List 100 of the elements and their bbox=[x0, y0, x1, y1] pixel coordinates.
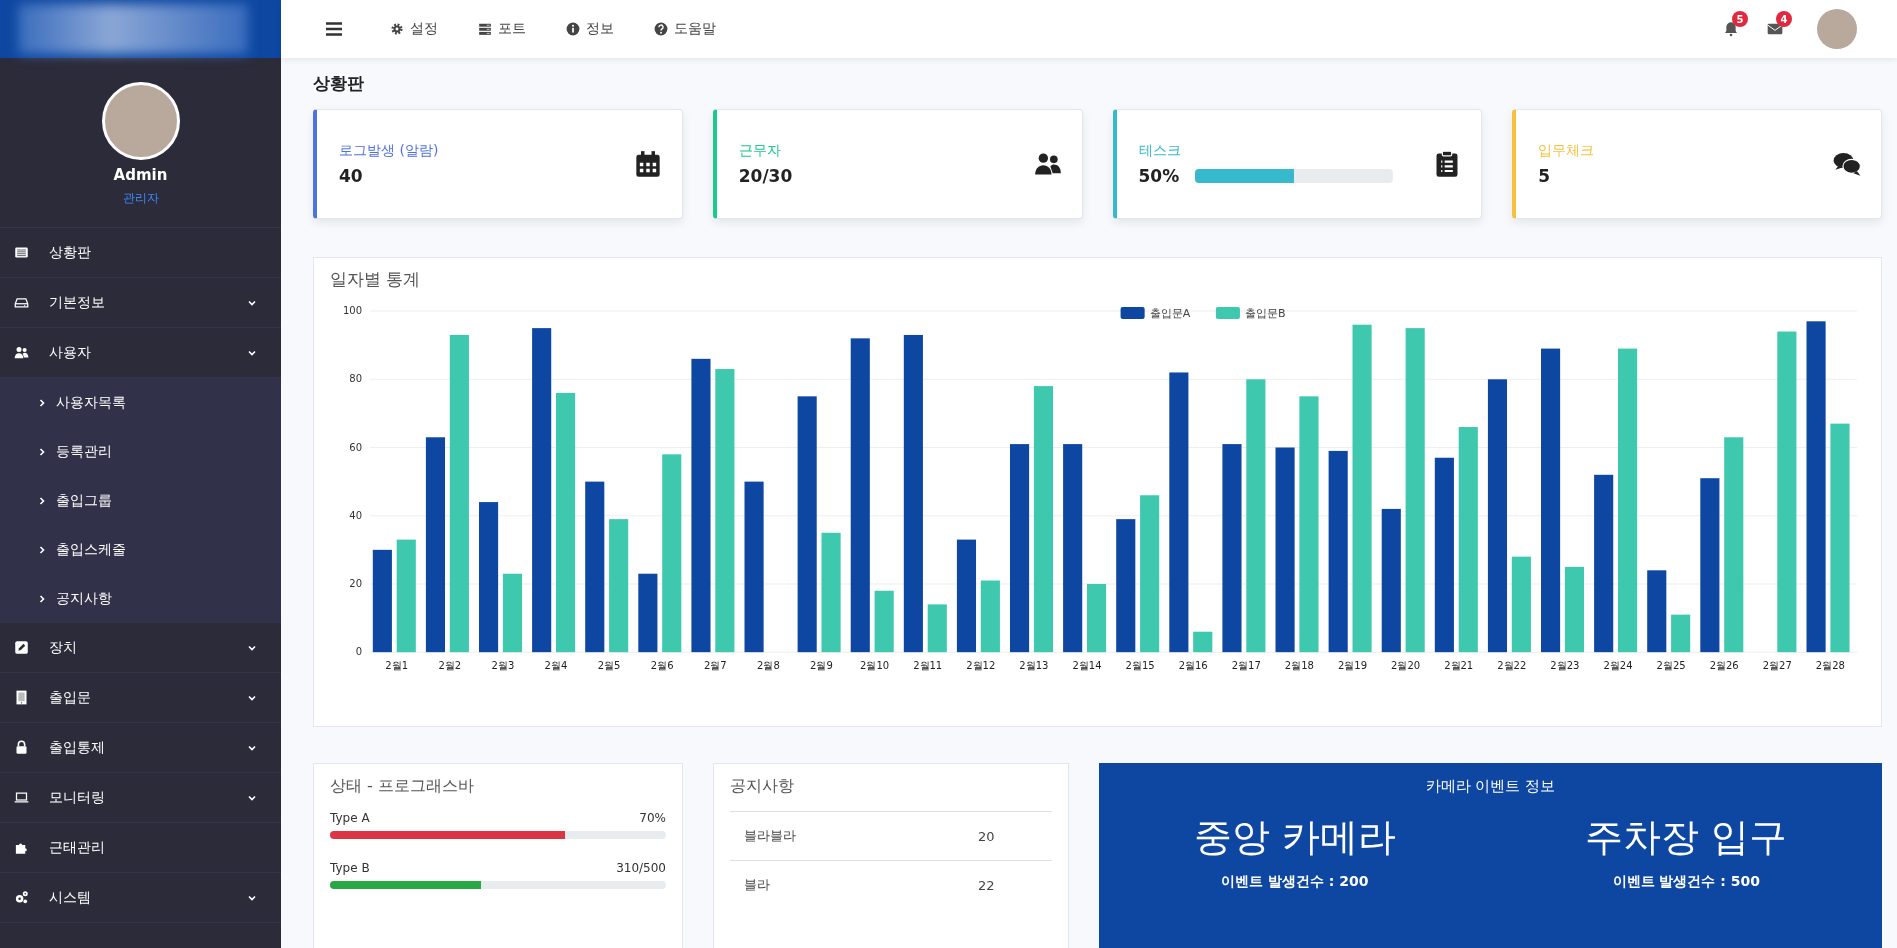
bar bbox=[874, 590, 894, 653]
card-label: 근무자 bbox=[738, 142, 782, 160]
bar bbox=[1671, 614, 1691, 653]
sidebar-subitem[interactable]: 출입스케줄 bbox=[0, 525, 281, 574]
legend-item: 출입문B bbox=[1215, 307, 1286, 321]
bell-icon bbox=[1723, 21, 1739, 37]
table-cell: 블라 bbox=[730, 860, 964, 909]
chevron-right-icon bbox=[38, 397, 46, 408]
progress-reading: 70% bbox=[639, 811, 666, 825]
progress-label: Type A bbox=[330, 811, 370, 825]
bar bbox=[1087, 583, 1107, 653]
chart-title: 일자별 통계 bbox=[330, 268, 422, 291]
x-tick-label: 2월6 bbox=[650, 660, 674, 672]
x-tick-label: 2월10 bbox=[860, 660, 890, 672]
x-tick-label: 2월28 bbox=[1815, 660, 1845, 672]
mail-icon bbox=[1767, 21, 1783, 37]
menu-item-icon bbox=[14, 740, 29, 755]
x-tick-label: 2월15 bbox=[1125, 660, 1155, 672]
menu-item-icon bbox=[14, 295, 29, 310]
sidebar-item[interactable]: 상황판 bbox=[0, 228, 281, 278]
legend-item: 출입문A bbox=[1120, 307, 1191, 321]
x-tick-label: 2월8 bbox=[757, 660, 780, 672]
x-tick-label: 2월27 bbox=[1762, 660, 1792, 672]
chevron-right-icon bbox=[38, 593, 46, 604]
panel-title: 카메라 이벤트 정보 bbox=[1425, 777, 1556, 796]
panel-title: 공지사항 bbox=[730, 776, 795, 797]
card-label: 테스크 bbox=[1138, 142, 1182, 160]
menu-item-icon bbox=[14, 790, 29, 805]
sidebar-subitem[interactable]: 사용자목록 bbox=[0, 378, 281, 427]
server-icon bbox=[478, 22, 492, 36]
camera-name: 주차장 입구 bbox=[1585, 814, 1788, 861]
sidebar-item[interactable]: 근태관리 bbox=[0, 823, 281, 873]
sidebar-subitem[interactable]: 출입그룹 bbox=[0, 476, 281, 525]
table-cell: 블라블라 bbox=[730, 811, 964, 861]
calendar-icon bbox=[633, 150, 662, 178]
sidebar-item[interactable]: 장치 bbox=[0, 623, 281, 673]
y-tick-label: 20 bbox=[349, 577, 363, 589]
menu-item-icon bbox=[14, 690, 29, 705]
x-tick-label: 2월7 bbox=[703, 660, 727, 672]
x-tick-label: 2월16 bbox=[1178, 660, 1208, 672]
x-tick-label: 2월12 bbox=[966, 660, 996, 672]
user-name: Admin bbox=[113, 166, 168, 184]
event-count: 이벤트 발생건수 : 500 bbox=[1612, 873, 1760, 891]
card-value: 20/30 bbox=[738, 166, 794, 186]
sidebar-subitem[interactable]: 공지사항 bbox=[0, 574, 281, 623]
progress-label: Type B bbox=[330, 861, 370, 875]
sidebar-item[interactable]: 기본정보 bbox=[0, 278, 281, 328]
menu-item-icon bbox=[14, 345, 29, 360]
x-tick-label: 2월5 bbox=[597, 660, 621, 672]
y-tick-label: 100 bbox=[343, 305, 363, 317]
sidebar-item[interactable]: 시스템 bbox=[0, 873, 281, 923]
x-tick-label: 2월1 bbox=[385, 660, 409, 672]
table-cell: 22 bbox=[964, 860, 1052, 909]
menu-item-icon bbox=[14, 245, 29, 260]
chevron-right-icon bbox=[38, 495, 46, 506]
x-tick-label: 2월19 bbox=[1337, 660, 1368, 672]
x-tick-label: 2월9 bbox=[810, 660, 833, 672]
x-tick-label: 2월25 bbox=[1656, 660, 1686, 672]
comments-icon bbox=[1833, 150, 1861, 178]
help-icon bbox=[654, 22, 668, 36]
menu-item-icon bbox=[14, 640, 29, 655]
top-menu-link[interactable]: 설정 bbox=[390, 20, 438, 38]
top-menu-link[interactable]: 포트 bbox=[478, 20, 526, 38]
y-tick-label: 40 bbox=[349, 509, 363, 521]
menu-icon[interactable] bbox=[326, 22, 342, 36]
event-count: 이벤트 발생건수 : 200 bbox=[1221, 873, 1369, 891]
menu-item-icon bbox=[14, 840, 29, 855]
table-cell: 20 bbox=[964, 811, 1052, 861]
sidebar-item[interactable]: 출입문 bbox=[0, 673, 281, 723]
progress-reading: 310/500 bbox=[616, 861, 666, 875]
y-tick-label: 60 bbox=[349, 441, 363, 453]
info-icon bbox=[566, 22, 580, 36]
x-tick-label: 2월20 bbox=[1391, 660, 1421, 672]
x-tick-label: 2월2 bbox=[438, 660, 462, 672]
x-tick-label: 2월11 bbox=[913, 660, 943, 672]
x-tick-label: 2월18 bbox=[1284, 660, 1314, 672]
page-title: 상황판 bbox=[313, 72, 365, 95]
top-menu-link[interactable]: 도움말 bbox=[654, 20, 716, 38]
card-value: 5 bbox=[1538, 166, 1552, 186]
camera-name: 중앙 카메라 bbox=[1193, 814, 1396, 861]
panel-title: 상태 - 프로그래스바 bbox=[330, 776, 475, 797]
x-tick-label: 2월24 bbox=[1603, 660, 1633, 672]
x-tick-label: 2월3 bbox=[491, 660, 515, 672]
x-tick-label: 2월4 bbox=[544, 660, 568, 672]
x-tick-label: 2월14 bbox=[1072, 660, 1102, 672]
sidebar-item[interactable]: 모니터링 bbox=[0, 773, 281, 823]
user-role: 관리자 bbox=[122, 190, 159, 207]
settings-icon bbox=[390, 22, 404, 36]
card-value: 50% bbox=[1138, 166, 1180, 186]
chevron-right-icon bbox=[38, 446, 46, 457]
card-value: 40 bbox=[339, 166, 364, 186]
count-badge: 5 bbox=[1732, 11, 1748, 27]
x-tick-label: 2월26 bbox=[1709, 660, 1739, 672]
top-menu-link[interactable]: 정보 bbox=[566, 20, 614, 38]
legend-label: 출입문A bbox=[1149, 307, 1191, 321]
sidebar-subitem[interactable]: 등록관리 bbox=[0, 427, 281, 476]
card-label: 입무체크 bbox=[1538, 142, 1596, 160]
sidebar-item[interactable]: 출입통제 bbox=[0, 723, 281, 773]
count-badge: 4 bbox=[1776, 11, 1792, 27]
bar bbox=[1193, 631, 1213, 653]
